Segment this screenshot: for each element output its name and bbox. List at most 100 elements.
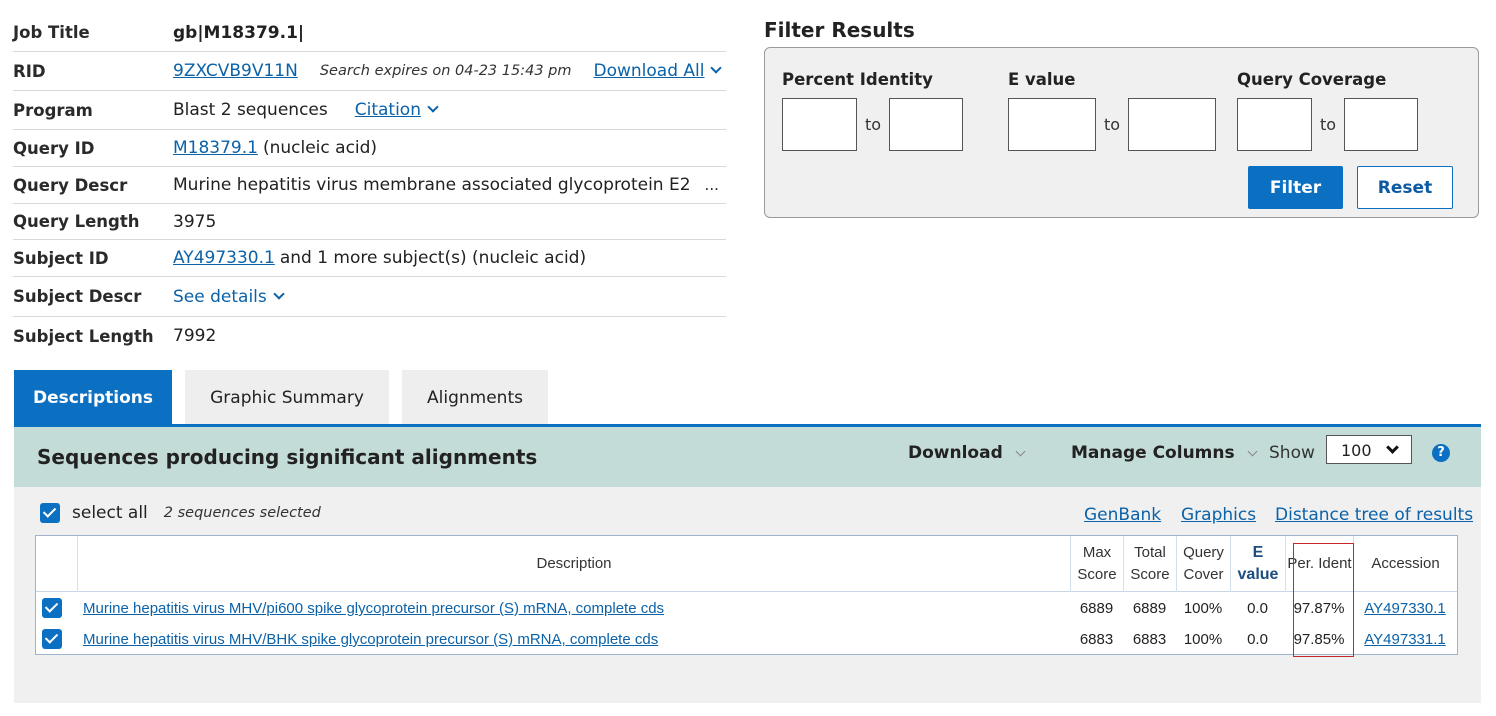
table-header: Description Max Score Total Score Query …	[36, 536, 1457, 592]
to-label: to	[1104, 115, 1121, 134]
program-value: Blast 2 sequences	[173, 100, 328, 120]
see-details-link[interactable]: See details	[173, 287, 267, 307]
summary-key: Query Descr	[13, 175, 128, 195]
row-e-value: 0.0	[1247, 600, 1268, 617]
chevron-down-icon[interactable]	[273, 287, 285, 300]
e-value-min-input[interactable]	[1008, 98, 1096, 151]
row-max-score: 6889	[1079, 600, 1114, 617]
chevron-down-icon[interactable]	[710, 62, 723, 74]
result-tabs: Descriptions Graphic Summary Alignments	[14, 370, 561, 426]
citation-link[interactable]: Citation	[355, 100, 421, 120]
summary-key: RID	[13, 61, 46, 81]
query-coverage-group: Query Coverage to	[1237, 70, 1419, 151]
header-total-score[interactable]: Total Score	[1123, 536, 1176, 592]
summary-row-rid: RID 9ZXCVB9V11N Search expires on 04-23 …	[13, 52, 726, 91]
summary-key: Program	[13, 100, 93, 120]
results-title: Sequences producing significant alignmen…	[37, 445, 538, 469]
percent-identity-min-input[interactable]	[782, 98, 857, 151]
download-label: Download	[908, 443, 1003, 463]
header-e-value[interactable]: E value	[1230, 536, 1285, 592]
row-max-score: 6883	[1079, 631, 1114, 648]
header-accession[interactable]: Accession	[1353, 536, 1457, 592]
row-total-score: 6889	[1132, 600, 1167, 617]
rid-link[interactable]: 9ZXCVB9V11N	[173, 61, 298, 81]
tab-descriptions[interactable]: Descriptions	[14, 370, 172, 426]
manage-columns-label: Manage Columns	[1071, 443, 1235, 463]
summary-key: Job Title	[13, 23, 90, 42]
results-table: Description Max Score Total Score Query …	[35, 535, 1458, 655]
query-coverage-min-input[interactable]	[1237, 98, 1312, 151]
tab-alignments[interactable]: Alignments	[402, 370, 548, 426]
percent-identity-group: Percent Identity to	[782, 70, 964, 151]
summary-row-subject-id: Subject ID AY497330.1 and 1 more subject…	[13, 240, 726, 277]
header-max-score[interactable]: Max Score	[1070, 536, 1123, 592]
row-query-cover: 100%	[1183, 600, 1223, 617]
subject-more: and 1 more subject(s) (nucleic acid)	[279, 248, 587, 268]
header-description[interactable]: Description	[77, 536, 1070, 592]
download-menu[interactable]: Download	[908, 443, 1026, 463]
manage-columns-menu[interactable]: Manage Columns	[1071, 443, 1258, 463]
e-value-label: E value	[1008, 70, 1076, 89]
summary-row-query-length: Query Length 3975	[13, 204, 726, 240]
row-accession-link[interactable]: AY497331.1	[1364, 631, 1445, 648]
query-coverage-label: Query Coverage	[1237, 70, 1387, 89]
results-section: Sequences producing significant alignmen…	[14, 427, 1481, 703]
summary-key: Subject Descr	[13, 287, 142, 306]
header-select	[36, 536, 77, 592]
summary-key: Query ID	[13, 138, 95, 158]
percent-identity-max-input[interactable]	[889, 98, 964, 151]
row-total-score: 6883	[1132, 631, 1167, 648]
summary-key: Subject ID	[13, 248, 109, 268]
job-summary: Job Title gb|M18379.1| RID 9ZXCVB9V11N S…	[13, 14, 726, 355]
show-count-value: 100	[1341, 441, 1372, 460]
chevron-down-icon[interactable]	[427, 101, 439, 113]
download-all-link[interactable]: Download All	[594, 61, 705, 81]
results-header: Sequences producing significant alignmen…	[14, 427, 1481, 487]
summary-row-subject-length: Subject Length 7992	[13, 317, 726, 355]
row-description-link[interactable]: Murine hepatitis virus MHV/pi600 spike g…	[83, 600, 664, 617]
distance-tree-link[interactable]: Distance tree of results	[1275, 505, 1473, 525]
expand-descr-button[interactable]: ...	[705, 176, 719, 194]
show-count-select[interactable]: 100	[1326, 435, 1412, 464]
query-coverage-max-input[interactable]	[1344, 98, 1419, 151]
to-label: to	[1320, 115, 1337, 134]
chevron-down-icon	[1015, 446, 1026, 457]
header-query-cover[interactable]: Query Cover	[1176, 536, 1230, 592]
e-value-group: E value to	[1008, 70, 1217, 151]
summary-key: Query Length	[13, 212, 140, 231]
row-query-cover: 100%	[1183, 631, 1223, 648]
percent-identity-label: Percent Identity	[782, 70, 933, 89]
summary-row-job-title: Job Title gb|M18379.1|	[13, 14, 726, 52]
per-ident-highlight-box	[1293, 543, 1354, 657]
table-row: Murine hepatitis virus MHV/pi600 spike g…	[36, 593, 1457, 624]
tab-graphic-summary[interactable]: Graphic Summary	[185, 370, 389, 426]
selected-count: 2 sequences selected	[163, 505, 321, 521]
filter-panel: Percent Identity to E value to Query Cov…	[764, 47, 1479, 218]
row-accession-link[interactable]: AY497330.1	[1364, 600, 1445, 617]
select-all-checkbox[interactable]	[40, 503, 60, 523]
table-row: Murine hepatitis virus MHV/BHK spike gly…	[36, 624, 1457, 655]
select-all-label[interactable]: select all	[72, 503, 148, 523]
row-e-value: 0.0	[1247, 631, 1268, 648]
e-value-max-input[interactable]	[1128, 98, 1217, 151]
genbank-link[interactable]: GenBank	[1084, 505, 1161, 525]
row-checkbox[interactable]	[42, 629, 62, 649]
to-label: to	[865, 115, 882, 134]
summary-row-query-descr: Query Descr Murine hepatitis virus membr…	[13, 167, 726, 204]
chevron-down-icon	[1247, 446, 1258, 457]
query-id-link[interactable]: M18379.1	[173, 138, 258, 158]
show-label: Show	[1269, 443, 1315, 463]
query-type: (nucleic acid)	[262, 138, 378, 158]
filter-title: Filter Results	[764, 18, 915, 42]
subject-id-link[interactable]: AY497330.1	[173, 248, 275, 268]
query-length-value: 3975	[173, 211, 217, 232]
reset-button[interactable]: Reset	[1357, 166, 1453, 209]
graphics-link[interactable]: Graphics	[1181, 505, 1256, 525]
help-icon[interactable]: ?	[1432, 444, 1450, 462]
row-description-link[interactable]: Murine hepatitis virus MHV/BHK spike gly…	[83, 631, 658, 648]
search-expires-text: Search expires on 04-23 15:43 pm	[319, 63, 572, 79]
filter-button[interactable]: Filter	[1248, 166, 1343, 209]
query-descr-value: Murine hepatitis virus membrane associat…	[173, 175, 691, 195]
summary-row-query-id: Query ID M18379.1 (nucleic acid)	[13, 130, 726, 167]
row-checkbox[interactable]	[42, 598, 62, 618]
